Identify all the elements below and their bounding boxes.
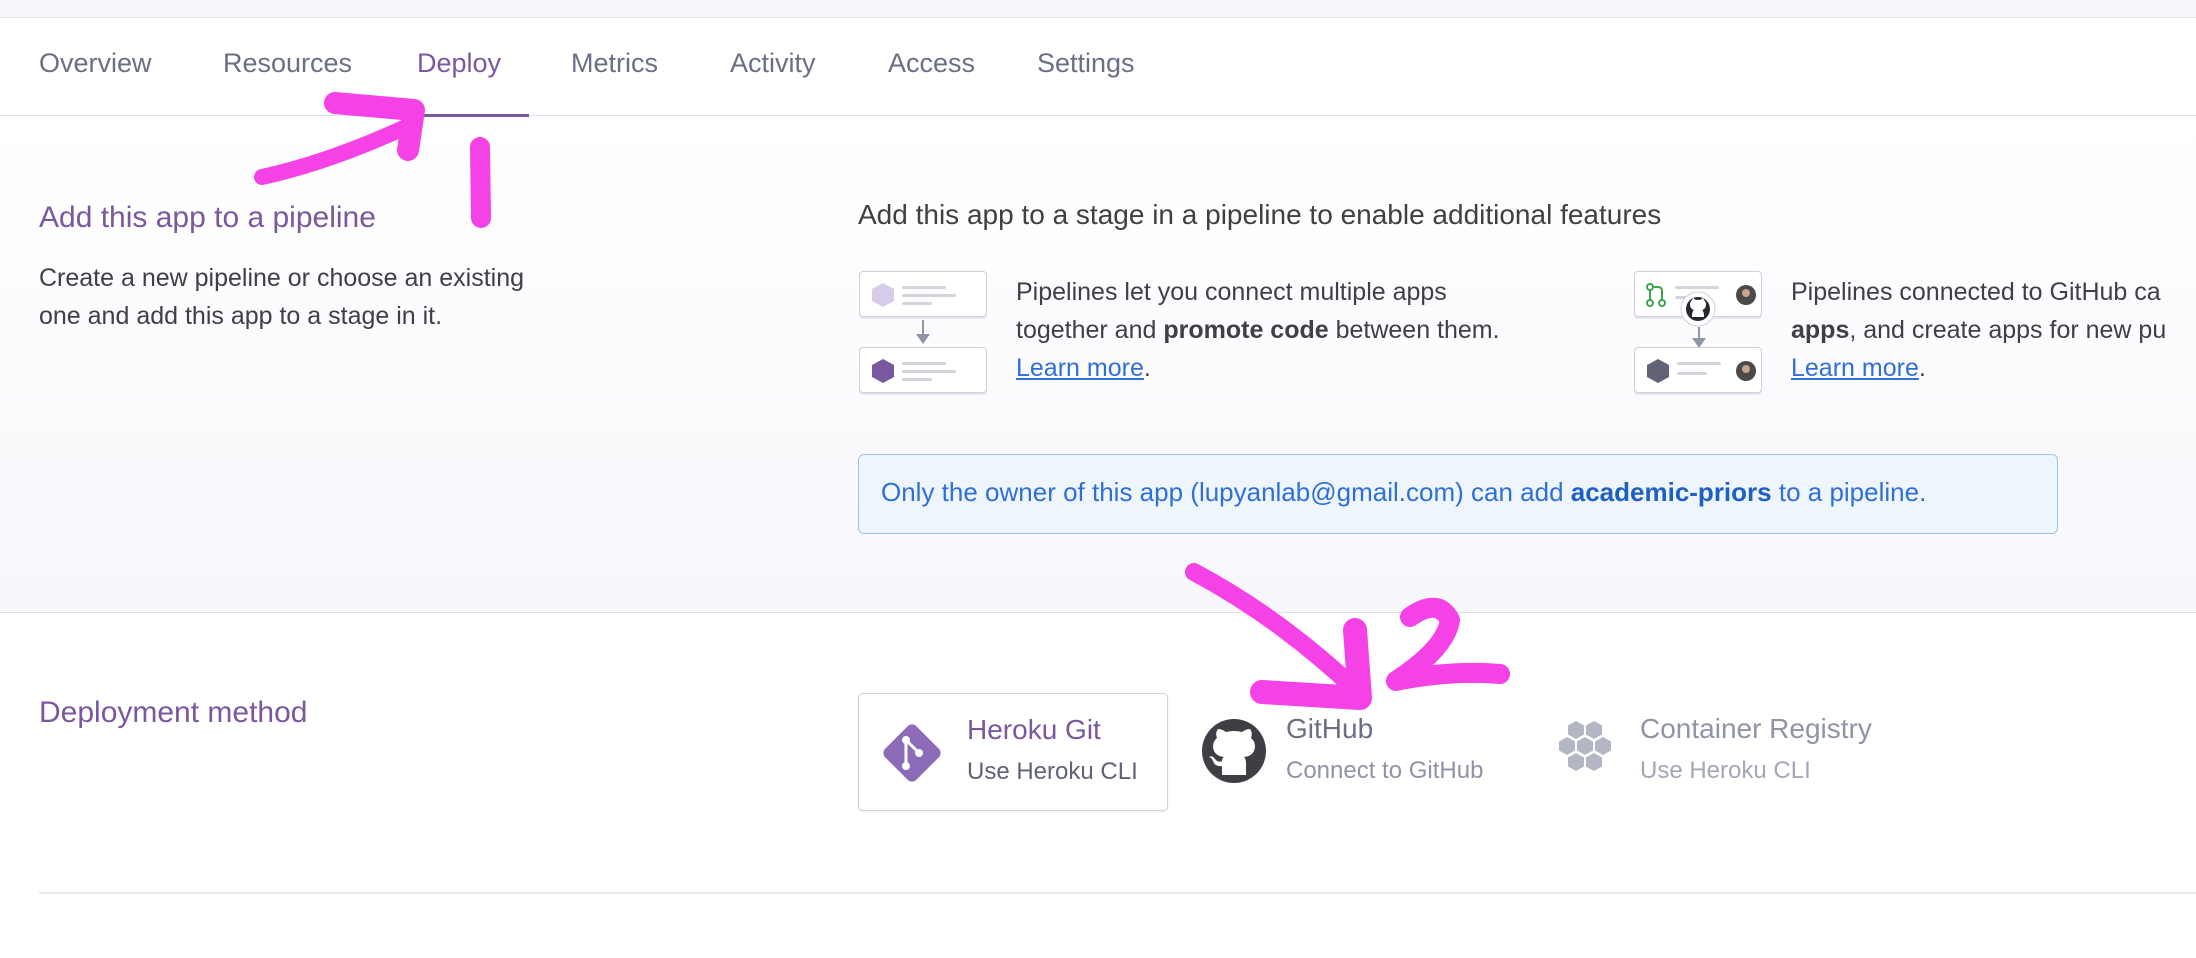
- deployment-method-title: Deployment method: [39, 696, 308, 729]
- tab-deploy[interactable]: Deploy: [417, 48, 501, 79]
- promote-code-emphasis: promote code: [1163, 316, 1329, 344]
- feature1-line1: Pipelines let you connect multiple apps: [1016, 278, 1447, 306]
- app-hexagon-gray-icon: [1647, 359, 1669, 383]
- pull-request-icon: [1646, 283, 1666, 307]
- pipeline-stage-card-top: [859, 271, 987, 317]
- learn-more-link-github[interactable]: Learn more: [1791, 354, 1919, 382]
- github-icon: [1202, 719, 1266, 783]
- user-avatar-icon: [1736, 361, 1756, 381]
- pipeline-feature-promote-text: Pipelines let you connect multiple apps …: [1016, 273, 1500, 387]
- method-name: Heroku Git: [967, 714, 1101, 745]
- tab-resources[interactable]: Resources: [223, 48, 352, 79]
- tab-overview[interactable]: Overview: [39, 48, 152, 79]
- learn-more-link-pipelines[interactable]: Learn more: [1016, 354, 1144, 382]
- deployment-method-section: Deployment method Heroku Git Use Heroku …: [0, 613, 2196, 893]
- method-subtitle: Connect to GitHub: [1286, 757, 1484, 784]
- feature2-line3: Learn more.: [1791, 354, 1926, 382]
- owner-notice-text: Only the owner of this app (lupyanlab@gm…: [881, 477, 1927, 507]
- app-tab-bar: Overview Resources Deploy Metrics Activi…: [0, 18, 2196, 117]
- pipeline-description-line1: Create a new pipeline or choose an exist…: [39, 264, 525, 292]
- heroku-git-icon: [883, 724, 941, 782]
- arrow-down-icon: [916, 320, 930, 344]
- pipeline-features-heading: Add this app to a stage in a pipeline to…: [858, 199, 1662, 230]
- pipeline-section: Add this app to a pipeline Create a new …: [0, 117, 2196, 613]
- container-registry-icon: [1559, 721, 1611, 771]
- tab-activity[interactable]: Activity: [730, 48, 816, 79]
- method-name: GitHub: [1286, 713, 1374, 744]
- tab-metrics[interactable]: Metrics: [571, 48, 658, 79]
- feature1-line2: together and promote code between them.: [1016, 316, 1500, 344]
- deploy-method-github[interactable]: GitHub Connect to GitHub: [1190, 693, 1530, 811]
- feature2-line1: Pipelines connected to GitHub ca: [1791, 278, 2161, 306]
- feature2-line2: apps, and create apps for new pu: [1791, 316, 2167, 344]
- arrow-down-icon: [1692, 327, 1706, 348]
- app-hexagon-dark-icon: [872, 359, 894, 383]
- top-strip: [0, 0, 2196, 18]
- app-hexagon-light-icon: [872, 283, 894, 307]
- pipeline-feature-github-text: Pipelines connected to GitHub ca apps, a…: [1791, 273, 2166, 387]
- apps-emphasis: apps: [1791, 316, 1850, 344]
- tab-settings[interactable]: Settings: [1037, 48, 1135, 79]
- user-avatar-icon: [1736, 285, 1756, 305]
- method-subtitle: Use Heroku CLI: [1640, 757, 1811, 784]
- deploy-method-heroku-git[interactable]: Heroku Git Use Heroku CLI: [858, 693, 1168, 811]
- method-name: Container Registry: [1640, 713, 1872, 744]
- app-name: academic-priors: [1570, 477, 1772, 507]
- pipeline-description-line2: one and add this app to a stage in it.: [39, 302, 443, 330]
- deploy-method-container-registry[interactable]: Container Registry Use Heroku CLI: [1550, 693, 1930, 811]
- pipeline-stage-card-bottom: [859, 347, 987, 393]
- pipeline-section-description: Create a new pipeline or choose an exist…: [39, 259, 524, 335]
- github-octocat-small-icon: [1680, 291, 1716, 327]
- github-pipeline-card-bottom: [1634, 347, 1762, 393]
- owner-notice-banner: Only the owner of this app (lupyanlab@gm…: [858, 454, 2058, 534]
- pipeline-section-title: Add this app to a pipeline: [39, 201, 376, 234]
- tab-access[interactable]: Access: [888, 48, 975, 79]
- section-divider: [39, 892, 2196, 894]
- feature1-line3: Learn more.: [1016, 354, 1151, 382]
- method-subtitle: Use Heroku CLI: [967, 758, 1138, 785]
